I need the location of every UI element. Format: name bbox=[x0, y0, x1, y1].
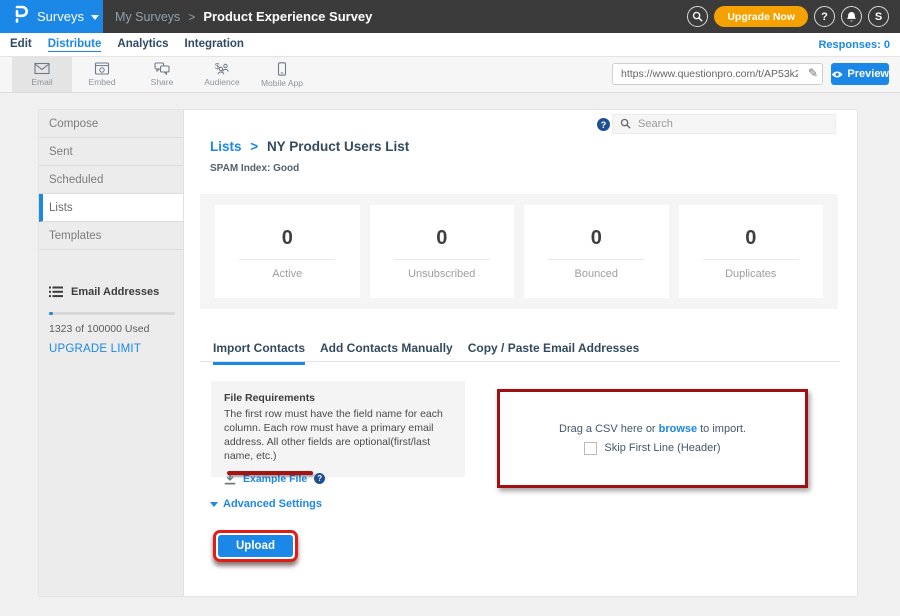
avatar[interactable]: S bbox=[868, 6, 889, 27]
search-icon bbox=[692, 11, 703, 22]
stat-card-unsubscribed: 0 Unsubscribed bbox=[370, 205, 515, 298]
advanced-settings-toggle[interactable]: Advanced Settings bbox=[210, 498, 322, 510]
embed-icon bbox=[94, 62, 110, 75]
upload-button[interactable]: Upload bbox=[218, 535, 293, 557]
bell-icon bbox=[846, 11, 857, 23]
list-name: NY Product Users List bbox=[267, 139, 409, 154]
advanced-settings-label: Advanced Settings bbox=[223, 498, 322, 510]
skip-first-line-row: Skip First Line (Header) bbox=[584, 442, 720, 455]
email-addresses-section: Email Addresses 1323 of 100000 Used UPGR… bbox=[49, 286, 175, 355]
sidebar-item-lists[interactable]: Lists bbox=[39, 194, 183, 222]
survey-url-input[interactable] bbox=[612, 63, 823, 85]
channel-share[interactable]: Share bbox=[132, 57, 192, 92]
channel-tabs: Email Embed Share bbox=[12, 57, 312, 92]
file-requirements-body: The first row must have the field name f… bbox=[224, 408, 452, 464]
nav-analytics[interactable]: Analytics bbox=[117, 38, 168, 51]
upgrade-limit-link[interactable]: UPGRADE LIMIT bbox=[49, 343, 175, 355]
app-menu-label: Surveys bbox=[37, 9, 84, 24]
browse-link[interactable]: browse bbox=[659, 423, 698, 435]
survey-nav: Edit Distribute Analytics Integration Re… bbox=[0, 33, 900, 57]
sidebar-item-templates[interactable]: Templates bbox=[39, 222, 183, 250]
help-button[interactable]: ? bbox=[814, 6, 835, 27]
email-addresses-title: Email Addresses bbox=[71, 286, 159, 298]
list-icon bbox=[49, 286, 63, 298]
app-menu[interactable]: Surveys bbox=[0, 0, 103, 33]
breadcrumb-separator: > bbox=[250, 139, 258, 154]
eye-icon bbox=[831, 70, 843, 79]
channel-email[interactable]: Email bbox=[12, 57, 72, 92]
nav-distribute[interactable]: Distribute bbox=[48, 38, 102, 52]
breadcrumb-separator: > bbox=[188, 10, 195, 24]
list-help-icon[interactable]: ? bbox=[597, 118, 610, 131]
sidebar-item-scheduled[interactable]: Scheduled bbox=[39, 166, 183, 194]
share-icon bbox=[154, 62, 170, 75]
upgrade-now-button[interactable]: Upgrade Now bbox=[714, 6, 808, 27]
topbar-actions: Upgrade Now ? S bbox=[687, 6, 889, 27]
stat-card-duplicates: 0 Duplicates bbox=[679, 205, 824, 298]
questionpro-app: Surveys My Surveys > Product Experience … bbox=[0, 0, 900, 616]
channel-embed[interactable]: Embed bbox=[72, 57, 132, 92]
channel-audience[interactable]: $ Audience bbox=[192, 57, 252, 92]
skip-first-line-label: Skip First Line (Header) bbox=[604, 442, 720, 454]
stat-card-active: 0 Active bbox=[215, 205, 360, 298]
list-search bbox=[612, 114, 836, 134]
usage-text: 1323 of 100000 Used bbox=[49, 323, 175, 335]
distribute-toolbar: Email Embed Share bbox=[0, 57, 900, 93]
breadcrumb-my-surveys[interactable]: My Surveys bbox=[115, 10, 180, 24]
notifications-button[interactable] bbox=[841, 6, 862, 27]
sidebar-item-compose[interactable]: Compose bbox=[39, 110, 183, 138]
nav-edit[interactable]: Edit bbox=[10, 38, 32, 51]
questionpro-logo-icon bbox=[13, 5, 29, 28]
email-sidebar: Compose Sent Scheduled Lists Templates E… bbox=[39, 110, 184, 596]
breadcrumb: My Surveys > Product Experience Survey bbox=[115, 0, 372, 33]
spam-index: SPAM Index: Good bbox=[210, 163, 299, 174]
usage-progress-bar bbox=[49, 312, 175, 315]
preview-button[interactable]: Preview bbox=[831, 63, 889, 85]
file-requirements-box: File Requirements The first row must hav… bbox=[211, 381, 465, 477]
caret-down-icon bbox=[210, 502, 218, 507]
stat-card-bounced: 0 Bounced bbox=[524, 205, 669, 298]
skip-first-line-checkbox[interactable] bbox=[584, 442, 597, 455]
email-lists-panel: Compose Sent Scheduled Lists Templates E… bbox=[38, 109, 858, 597]
responses-count[interactable]: Responses: 0 bbox=[818, 33, 890, 57]
csv-dropzone[interactable]: Drag a CSV here orbrowseto import. Skip … bbox=[497, 389, 808, 488]
annotation-upload-highlight: Upload bbox=[213, 530, 298, 562]
example-file-help-icon[interactable]: ? bbox=[314, 473, 325, 484]
chevron-down-icon bbox=[91, 15, 99, 20]
annotation-underline bbox=[227, 471, 313, 475]
email-icon bbox=[34, 62, 50, 75]
survey-title: Product Experience Survey bbox=[203, 9, 372, 24]
file-requirements-title: File Requirements bbox=[224, 392, 452, 404]
survey-url-field: ✎ bbox=[612, 63, 823, 85]
search-icon bbox=[620, 118, 631, 129]
preview-label: Preview bbox=[847, 68, 889, 80]
dropzone-text: Drag a CSV here orbrowseto import. bbox=[559, 423, 746, 435]
tabs-divider bbox=[200, 361, 840, 362]
topbar: Surveys My Surveys > Product Experience … bbox=[0, 0, 900, 33]
breadcrumb-lists-link[interactable]: Lists bbox=[210, 139, 242, 154]
mobile-app-icon bbox=[274, 62, 290, 76]
list-breadcrumb: Lists > NY Product Users List bbox=[210, 139, 409, 154]
search-input[interactable] bbox=[612, 114, 836, 134]
usage-progress-fill bbox=[49, 312, 53, 315]
channel-mobile-app[interactable]: Mobile App bbox=[252, 57, 312, 92]
list-stats: 0 Active 0 Unsubscribed 0 Bounced 0 Dupl… bbox=[200, 194, 838, 309]
nav-integration[interactable]: Integration bbox=[185, 38, 244, 51]
search-button[interactable] bbox=[687, 6, 708, 27]
sidebar-item-sent[interactable]: Sent bbox=[39, 138, 183, 166]
edit-url-pencil-icon[interactable]: ✎ bbox=[808, 66, 818, 80]
audience-icon: $ bbox=[214, 62, 231, 75]
